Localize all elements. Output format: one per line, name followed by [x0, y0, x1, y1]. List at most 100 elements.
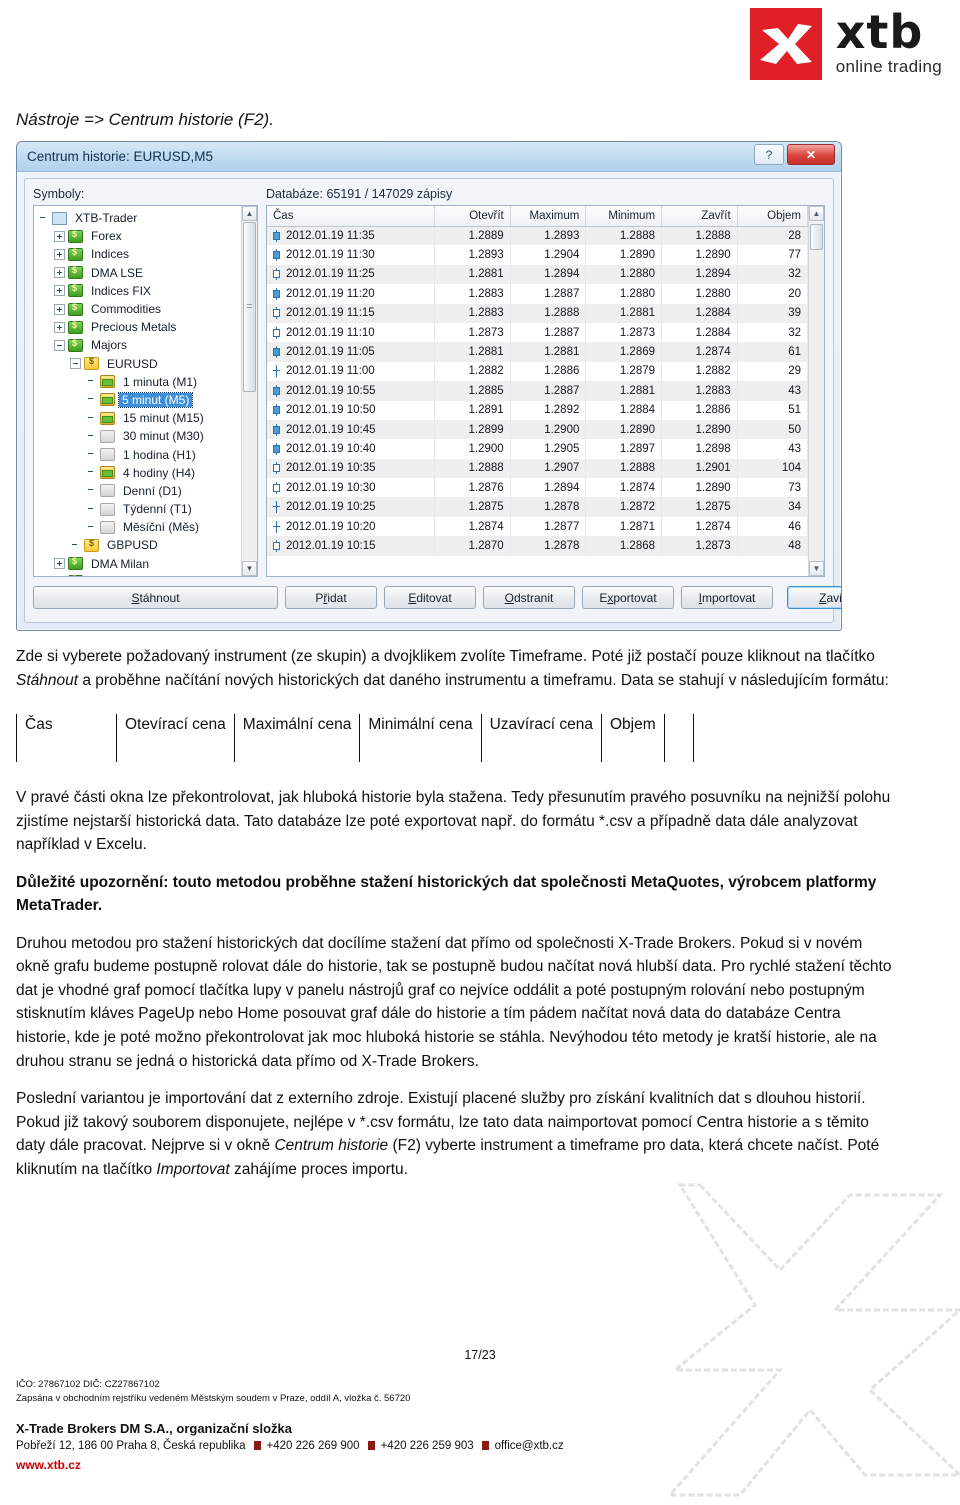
tree-item-commodities[interactable]: Commodities — [38, 300, 241, 318]
col-open[interactable]: Otevřít — [434, 206, 511, 227]
grid-row[interactable]: 2012.01.19 10:50 1.2891 1.2892 1.2884 1.2886… — [267, 400, 809, 420]
tree-item-denn-d1[interactable]: Denní (D1) — [38, 482, 241, 500]
tree-expander-icon[interactable] — [54, 303, 65, 315]
grid-row[interactable]: 2012.01.19 10:20 1.2874 1.2877 1.2871 1.2874… — [267, 516, 809, 537]
tree-item-majors[interactable]: Majors — [38, 336, 241, 354]
cell-volume: 48 — [737, 536, 809, 556]
tree-expander-icon[interactable] — [54, 230, 65, 242]
grid-row[interactable]: 2012.01.19 10:25 1.2875 1.2878 1.2872 1.2875… — [267, 497, 809, 517]
tree-item-dma-lse[interactable]: DMA LSE — [38, 264, 241, 282]
tree-expander-icon[interactable] — [54, 339, 65, 351]
format-col-4: Minimální cena — [359, 714, 480, 763]
history-center-screenshot: Centrum historie: EURUSD,M5 ? ✕ Symboly:… — [16, 141, 842, 631]
grid-row[interactable]: 2012.01.19 10:15 1.2870 1.2878 1.2868 1.2873… — [267, 536, 809, 556]
grid-scrollbar[interactable]: ▲ ▼ — [808, 206, 824, 576]
add-button[interactable]: Přidat — [285, 586, 377, 609]
grid-row[interactable]: 2012.01.19 11:00 1.2882 1.2886 1.2879 1.2882… — [267, 361, 809, 382]
cell-high: 1.2877 — [510, 516, 587, 537]
footer-phone-1: +420 226 269 900 — [266, 1439, 360, 1452]
cell-time: 2012.01.19 10:40 — [267, 439, 436, 459]
grid-row[interactable]: 2012.01.19 11:35 1.2889 1.2893 1.2888 1.2888… — [267, 226, 809, 246]
cell-high: 1.2887 — [510, 284, 587, 304]
tree-item-30-minut-m30[interactable]: 30 minut (M30) — [38, 427, 241, 445]
email-icon — [481, 1441, 489, 1450]
tree-scroll-thumb[interactable] — [243, 222, 256, 392]
col-time[interactable]: Čas — [267, 206, 436, 227]
footer-website[interactable]: www.xtb.cz — [16, 1458, 716, 1472]
tree-expander-icon[interactable] — [70, 358, 81, 370]
tree-item-label: 4 hodiny (H4) — [123, 465, 196, 480]
grid-row[interactable]: 2012.01.19 10:35 1.2888 1.2907 1.2888 1.2901… — [267, 458, 809, 479]
tree-item-eurusd[interactable]: EURUSD — [38, 355, 241, 373]
tree-item-label: Majors — [91, 338, 128, 353]
import-button[interactable]: Importovat — [681, 586, 773, 609]
cell-time: 2012.01.19 11:20 — [267, 284, 436, 304]
tree-item-gbpusd[interactable]: GBPUSD — [38, 536, 241, 554]
format-col-3: Maximální cena — [233, 714, 360, 763]
grid-row[interactable]: 2012.01.19 10:30 1.2876 1.2894 1.2874 1.2890… — [267, 478, 809, 498]
tree-item-precious-metals[interactable]: Precious Metals — [38, 318, 241, 336]
tree-expander-icon[interactable] — [54, 285, 65, 297]
timeframe-empty-icon — [100, 520, 115, 534]
tree-scrollbar[interactable]: ▲ ▼ — [241, 206, 257, 576]
scroll-up-icon[interactable]: ▲ — [242, 206, 257, 221]
tree-spacer — [86, 431, 97, 442]
tree-item-indices[interactable]: Indices — [38, 245, 241, 263]
close-icon[interactable]: ✕ — [787, 144, 835, 165]
delete-button[interactable]: Odstranit — [483, 586, 575, 609]
tree-expander-icon[interactable] — [54, 558, 65, 570]
grid-row[interactable]: 2012.01.19 11:25 1.2881 1.2894 1.2880 1.2894… — [267, 264, 809, 285]
tree-expander-icon[interactable] — [54, 248, 65, 260]
close-button[interactable]: Zavřít — [787, 586, 841, 609]
cell-close: 1.2890 — [661, 419, 738, 440]
tree-expander-icon[interactable] — [54, 267, 65, 279]
col-high[interactable]: Maximum — [510, 206, 587, 227]
cell-volume: 20 — [737, 284, 809, 304]
cell-open: 1.2891 — [434, 400, 511, 420]
tree-item-t-denn-t1[interactable]: Týdenní (T1) — [38, 500, 241, 518]
grid-row[interactable]: 2012.01.19 10:45 1.2899 1.2900 1.2890 1.2890… — [267, 419, 809, 440]
cell-close: 1.2882 — [661, 361, 738, 382]
tree-item-indices-fix[interactable]: Indices FIX — [38, 282, 241, 300]
p5-emphasis-2: Importovat — [156, 1160, 230, 1178]
tree-item-m-s-n-m-s[interactable]: Měsíční (Měs) — [38, 518, 241, 536]
tree-item-forex[interactable]: Forex — [38, 227, 241, 245]
cell-time-text: 2012.01.19 11:15 — [286, 307, 375, 320]
tree-item-dma-milan[interactable]: DMA Milan — [38, 555, 241, 573]
grid-scroll-up-icon[interactable]: ▲ — [809, 206, 824, 221]
grid-scroll-thumb[interactable] — [810, 224, 823, 250]
col-close[interactable]: Zavřít — [661, 206, 738, 227]
grid-row[interactable]: 2012.01.19 10:40 1.2900 1.2905 1.2897 1.2898… — [267, 439, 809, 459]
grid-scroll-down-icon[interactable]: ▼ — [809, 561, 824, 576]
tree-item-15-minut-m15[interactable]: 15 minut (M15) — [38, 409, 241, 427]
cell-open: 1.2870 — [434, 536, 511, 556]
grid-row[interactable]: 2012.01.19 11:05 1.2881 1.2881 1.2869 1.2874… — [267, 342, 809, 362]
tree-item-5-minut-m5[interactable]: 5 minut (M5) — [38, 391, 241, 409]
cell-open: 1.2881 — [434, 264, 511, 285]
scroll-down-icon[interactable]: ▼ — [242, 561, 257, 576]
tree-spacer — [86, 449, 97, 460]
grid-row[interactable]: 2012.01.19 10:55 1.2885 1.2887 1.2881 1.2883… — [267, 381, 809, 401]
tree-item-1-minuta-m1[interactable]: 1 minuta (M1) — [38, 373, 241, 391]
tree-expander-icon[interactable] — [54, 321, 65, 333]
cell-low: 1.2888 — [585, 226, 663, 246]
tree-item-cfd-margin[interactable]: CFD Margin — [38, 573, 241, 576]
grid-row[interactable]: 2012.01.19 11:30 1.2893 1.2904 1.2890 1.2890… — [267, 245, 809, 265]
cell-close: 1.2890 — [661, 478, 738, 498]
export-button[interactable]: Exportovat — [582, 586, 674, 609]
database-label: Databáze: 65191 / 147029 zápisy — [266, 187, 453, 201]
symbols-tree[interactable]: XTB-Trader Forex Indices DMA LSE Indices FIX… — [34, 206, 241, 576]
grid-row[interactable]: 2012.01.19 11:15 1.2883 1.2888 1.2881 1.2884… — [267, 303, 809, 323]
cell-high: 1.2900 — [510, 419, 587, 440]
grid-row[interactable]: 2012.01.19 11:20 1.2883 1.2887 1.2880 1.2880… — [267, 284, 809, 304]
help-icon[interactable]: ? — [754, 144, 784, 165]
col-low[interactable]: Minimum — [585, 206, 663, 227]
tree-item-1-hodina-h1[interactable]: 1 hodina (H1) — [38, 445, 241, 463]
tree-item-xtb-trader[interactable]: XTB-Trader — [38, 209, 241, 227]
grid-row[interactable]: 2012.01.19 11:10 1.2873 1.2887 1.2873 1.2884… — [267, 322, 809, 343]
tree-item-label: Indices FIX — [91, 283, 152, 298]
edit-button[interactable]: Editovat — [384, 586, 476, 609]
download-button[interactable]: Stáhnout — [33, 586, 278, 609]
col-volume[interactable]: Objem — [737, 206, 809, 227]
tree-item-4-hodiny-h4[interactable]: 4 hodiny (H4) — [38, 464, 241, 482]
